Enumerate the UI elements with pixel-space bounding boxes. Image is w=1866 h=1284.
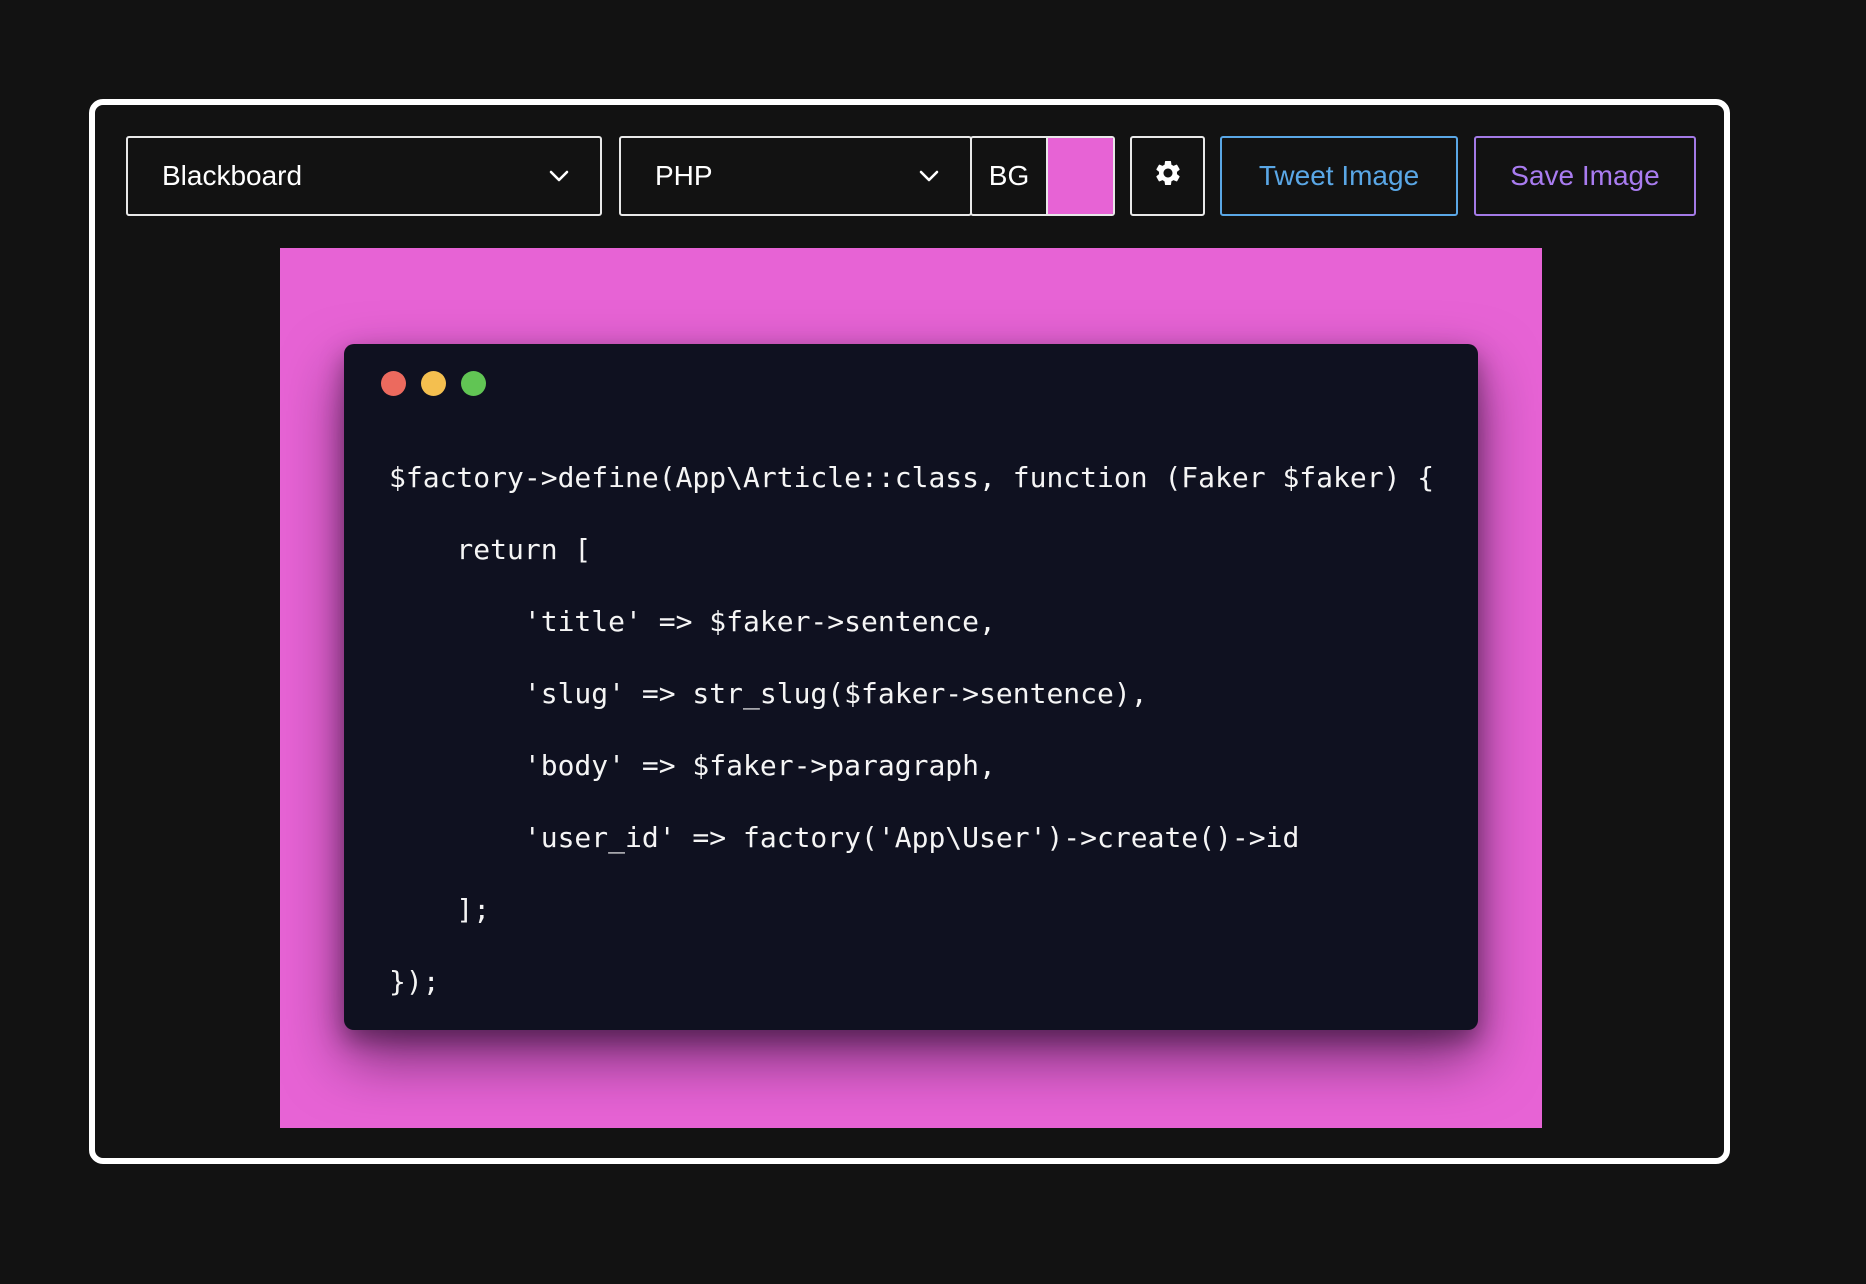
language-select[interactable]: PHP xyxy=(619,136,972,216)
window-controls xyxy=(381,371,486,396)
settings-button[interactable] xyxy=(1130,136,1205,216)
chevron-down-icon xyxy=(918,165,940,187)
window-zoom-dot xyxy=(461,371,486,396)
gear-icon xyxy=(1153,158,1183,195)
language-select-value: PHP xyxy=(655,160,713,191)
code-line: 'body' => $faker->paragraph, xyxy=(389,749,996,782)
tweet-image-button[interactable]: Tweet Image xyxy=(1220,136,1458,216)
code-block[interactable]: $factory->define(App\Article::class, fun… xyxy=(389,442,1458,1018)
save-image-button[interactable]: Save Image xyxy=(1474,136,1696,216)
toolbar: Blackboard PHP BG Tweet Image Save Image xyxy=(126,136,1696,216)
code-line: 'user_id' => factory('App\User')->create… xyxy=(389,821,1300,854)
background-color-picker[interactable]: BG xyxy=(970,136,1115,216)
theme-select[interactable]: Blackboard xyxy=(126,136,602,216)
code-line: 'title' => $faker->sentence, xyxy=(389,605,996,638)
background-color-swatch[interactable] xyxy=(1046,138,1113,214)
code-line: return [ xyxy=(389,533,592,566)
code-image-canvas: $factory->define(App\Article::class, fun… xyxy=(280,248,1542,1128)
background-label: BG xyxy=(988,160,1030,191)
window-close-dot xyxy=(381,371,406,396)
code-editor-window: $factory->define(App\Article::class, fun… xyxy=(344,344,1478,1030)
code-line: }); xyxy=(389,965,440,998)
code-line: ]; xyxy=(389,893,491,926)
theme-select-value: Blackboard xyxy=(162,160,303,191)
chevron-down-icon xyxy=(548,165,570,187)
code-line: $factory->define(App\Article::class, fun… xyxy=(389,461,1435,494)
code-line: 'slug' => str_slug($faker->sentence), xyxy=(389,677,1148,710)
window-minimize-dot xyxy=(421,371,446,396)
